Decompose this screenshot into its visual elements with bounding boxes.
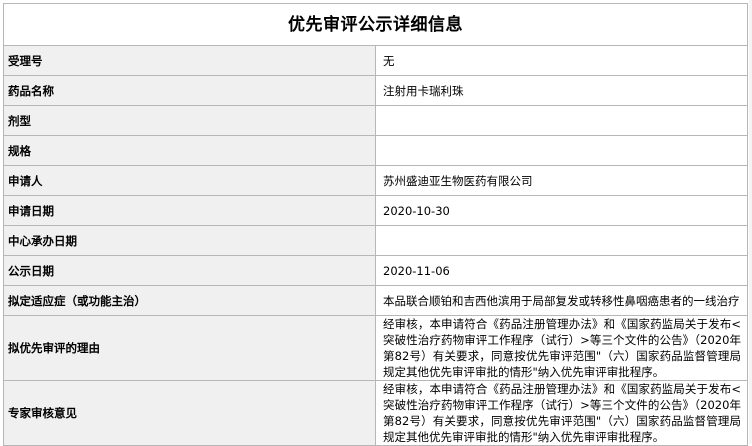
priority-review-detail-table: 优先审评公示详细信息 受理号 无 药品名称 注射用卡瑞利珠 剂型 规格 申请人 … (3, 3, 748, 446)
table-row-dosage-form: 剂型 (3, 105, 748, 136)
table-row-drug-name: 药品名称 注射用卡瑞利珠 (3, 75, 748, 106)
row-label: 申请日期 (3, 195, 376, 226)
row-label: 规格 (3, 135, 376, 166)
row-label: 拟定适应症（或功能主治） (3, 285, 376, 316)
table-row-applicant: 申请人 苏州盛迪亚生物医药有限公司 (3, 165, 748, 196)
row-label: 剂型 (3, 105, 376, 136)
table-row-acceptance-number: 受理号 无 (3, 45, 748, 76)
row-value: 注射用卡瑞利珠 (375, 75, 748, 106)
row-value (375, 225, 748, 256)
row-value (375, 135, 748, 166)
table-row-expert-opinion: 专家审核意见 经审核，本申请符合《药品注册管理办法》和《国家药监局关于发布<突破… (3, 380, 748, 446)
page-title: 优先审评公示详细信息 (3, 3, 748, 46)
row-label: 药品名称 (3, 75, 376, 106)
row-value: 无 (375, 45, 748, 76)
table-row-application-date: 申请日期 2020-10-30 (3, 195, 748, 226)
row-value: 经审核，本申请符合《药品注册管理办法》和《国家药监局关于发布<突破性治疗药物审评… (375, 315, 748, 381)
row-label: 中心承办日期 (3, 225, 376, 256)
row-label: 申请人 (3, 165, 376, 196)
row-value: 2020-11-06 (375, 255, 748, 286)
row-value (375, 105, 748, 136)
row-value: 本品联合顺铂和吉西他滨用于局部复发或转移性鼻咽癌患者的一线治疗 (375, 285, 748, 316)
row-label: 专家审核意见 (3, 380, 376, 446)
row-value: 苏州盛迪亚生物医药有限公司 (375, 165, 748, 196)
row-label: 公示日期 (3, 255, 376, 286)
row-label: 受理号 (3, 45, 376, 76)
table-row-specification: 规格 (3, 135, 748, 166)
row-label: 拟优先审评的理由 (3, 315, 376, 381)
row-value: 2020-10-30 (375, 195, 748, 226)
table-row-priority-reason: 拟优先审评的理由 经审核，本申请符合《药品注册管理办法》和《国家药监局关于发布<… (3, 315, 748, 381)
table-row-center-undertaking-date: 中心承办日期 (3, 225, 748, 256)
row-value: 经审核，本申请符合《药品注册管理办法》和《国家药监局关于发布<突破性治疗药物审评… (375, 380, 748, 446)
title-row: 优先审评公示详细信息 (3, 3, 748, 46)
table-row-publicity-date: 公示日期 2020-11-06 (3, 255, 748, 286)
table-row-indication: 拟定适应症（或功能主治） 本品联合顺铂和吉西他滨用于局部复发或转移性鼻咽癌患者的… (3, 285, 748, 316)
